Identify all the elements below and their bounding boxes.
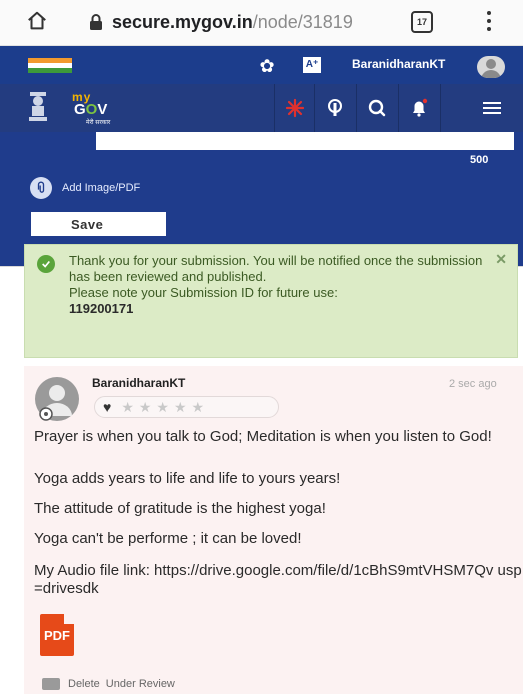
success-alert: ✕ Thank you for your submission. You wil… <box>24 244 518 358</box>
submission-id: 119200171 <box>69 301 134 316</box>
like-icon[interactable]: ♥ <box>103 399 111 415</box>
alert-note: Please note your Submission ID for futur… <box>69 285 338 300</box>
delete-icon[interactable] <box>42 678 60 690</box>
mygov-logo[interactable]: my GOV मेरी सरकार <box>70 90 130 126</box>
accessibility-icon[interactable]: A⁺ <box>303 57 321 73</box>
delete-link[interactable]: Delete <box>68 678 100 690</box>
add-image-pdf-link[interactable]: Add Image/PDF <box>30 177 140 199</box>
comment-audio-link[interactable]: My Audio file link: https://drive.google… <box>34 562 522 598</box>
commenter-avatar-icon <box>35 377 79 421</box>
more-menu-icon[interactable] <box>485 11 493 33</box>
top-username[interactable]: BaranidharanKT <box>352 57 445 71</box>
nav-festival-button[interactable] <box>274 84 314 132</box>
page: secure.mygov.in/node/31819 17 ✿ A⁺ Baran… <box>0 0 523 694</box>
national-emblem-icon <box>29 92 47 121</box>
comment-line: Yoga adds years to life and life to your… <box>34 470 341 487</box>
comment-textarea[interactable] <box>96 132 514 150</box>
browser-toolbar: secure.mygov.in/node/31819 17 <box>0 0 523 46</box>
language-icon[interactable]: ✿ <box>256 55 278 77</box>
url-host: secure.mygov.in <box>112 11 253 32</box>
attachment-icon <box>30 177 52 199</box>
nav-notifications-button[interactable] <box>398 84 438 132</box>
submission-form: 500 Add Image/PDF Save <box>0 132 523 242</box>
commenter-name: BaranidharanKT <box>92 376 186 390</box>
comment-line: Yoga can't be performe ; it can be loved… <box>34 530 302 547</box>
address-bar[interactable]: secure.mygov.in/node/31819 <box>88 8 386 36</box>
close-icon[interactable]: ✕ <box>495 251 507 267</box>
microphone-icon <box>327 99 342 116</box>
lock-icon <box>90 14 102 30</box>
comment-actions: Delete Under Review <box>42 678 175 690</box>
add-image-label: Add Image/PDF <box>62 182 141 194</box>
review-status: Under Review <box>105 678 175 690</box>
bell-icon <box>412 98 427 117</box>
check-circle-icon <box>37 255 55 273</box>
logo-subtitle: मेरी सरकार <box>86 120 111 126</box>
url-path: /node/31819 <box>252 11 353 32</box>
search-icon <box>368 99 385 117</box>
nav-podcast-button[interactable] <box>314 84 354 132</box>
save-button[interactable]: Save <box>31 212 166 236</box>
gov-top-strip: ✿ A⁺ BaranidharanKT <box>0 46 523 84</box>
user-avatar-icon[interactable] <box>477 56 505 78</box>
pdf-attachment-icon[interactable]: PDF <box>40 614 74 656</box>
nav-menu-button[interactable] <box>440 84 523 132</box>
nav-search-button[interactable] <box>356 84 396 132</box>
main-nav-bar: my GOV मेरी सरकार <box>0 84 523 132</box>
comment-line: Prayer is when you talk to God; Meditati… <box>34 428 492 445</box>
tab-count: 17 <box>416 17 427 27</box>
hamburger-menu-icon <box>483 102 501 114</box>
comment-time: 2 sec ago <box>449 378 497 390</box>
star-rating-icon[interactable]: ★★★★★ <box>121 399 209 416</box>
comment-line: The attitude of gratitude is the highest… <box>34 500 326 517</box>
rating-widget[interactable]: ♥ ★★★★★ <box>94 396 279 418</box>
india-flag-icon[interactable] <box>28 58 72 73</box>
character-count: 500 <box>470 154 489 166</box>
sparkle-icon <box>285 98 304 118</box>
logo-gov-text: GOV <box>74 101 108 118</box>
alert-message: Thank you for your submission. You will … <box>69 253 483 284</box>
home-icon[interactable] <box>26 10 48 32</box>
tab-switcher-button[interactable]: 17 <box>411 11 433 33</box>
comment-card: BaranidharanKT 2 sec ago ♥ ★★★★★ Prayer … <box>24 366 523 694</box>
